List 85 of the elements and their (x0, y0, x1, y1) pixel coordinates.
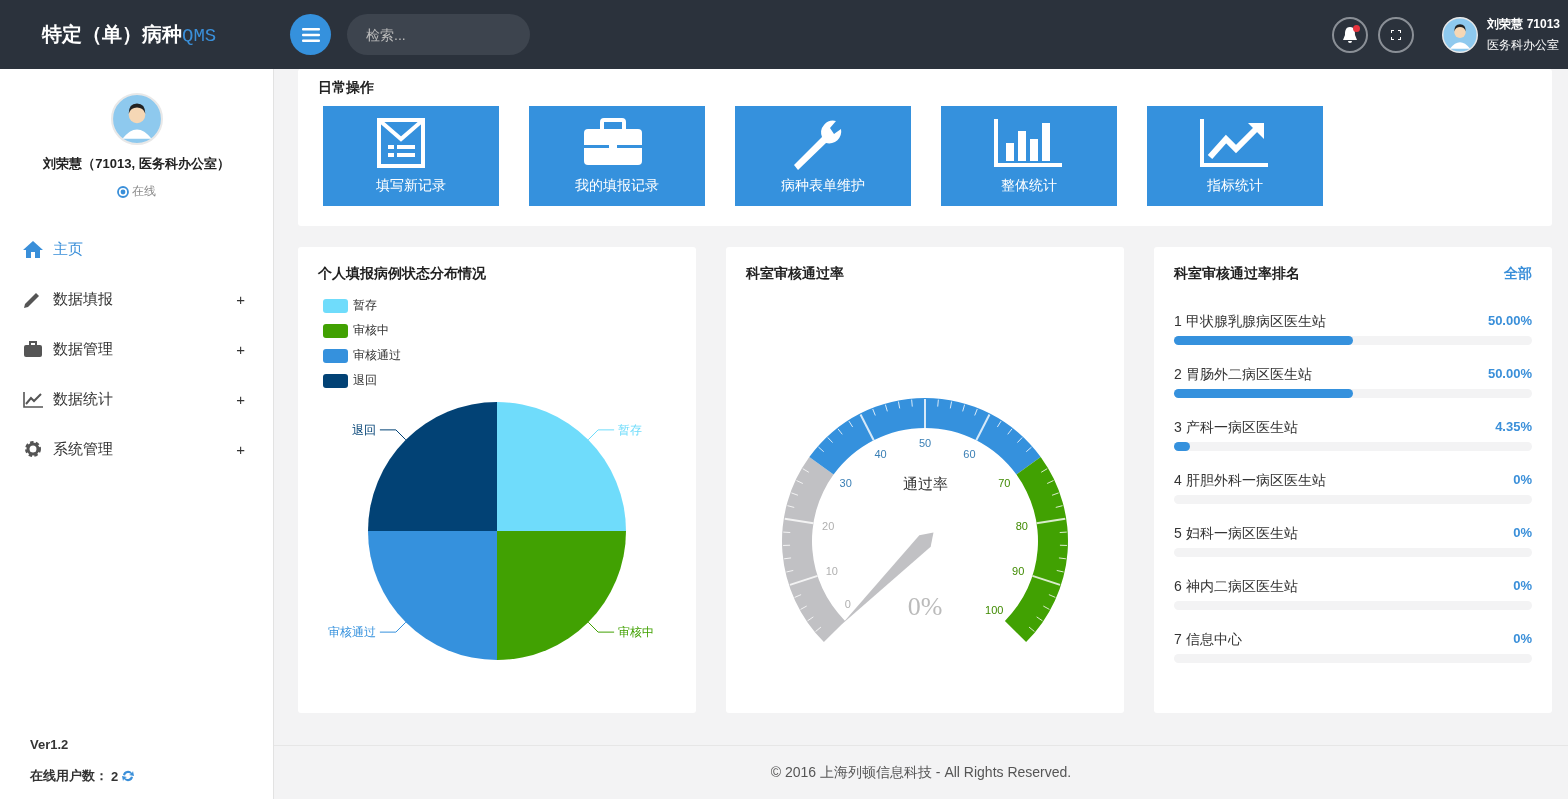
quick-action-tile[interactable]: 病种表单维护 (735, 106, 911, 206)
tick-mark (788, 574, 819, 586)
leader-line (587, 621, 615, 633)
gauge-label: 通过率 (902, 475, 948, 492)
refresh-icon[interactable] (121, 769, 136, 783)
slice-label: 退回 (351, 422, 376, 437)
ranking-name: 6 神内二病区医生站 (1174, 578, 1298, 596)
online-status: 在线 (132, 183, 156, 200)
tick-mark (975, 413, 991, 442)
leader-line (379, 429, 407, 441)
gauge-tick-label: 10 (825, 565, 838, 578)
ranking-value: 0% (1513, 631, 1532, 648)
sidebar-item[interactable]: 数据统计 + (0, 374, 273, 424)
gauge-tick-label: 60 (963, 447, 976, 460)
notifications-button[interactable] (1332, 16, 1369, 53)
ranking-value: 0% (1513, 525, 1532, 542)
tick-mark (859, 413, 875, 442)
slice-label: 审核通过 (327, 625, 376, 640)
user-avatar (1442, 16, 1479, 53)
gauge-tick-label: 80 (1015, 519, 1028, 532)
card-title: 科室审核通过率排名 (1174, 265, 1300, 283)
quick-action-tile[interactable]: 我的填报记录 (529, 106, 705, 206)
online-users-count: 2 (111, 768, 119, 784)
ranking-name: 5 妇科一病区医生站 (1174, 525, 1298, 543)
sidebar-item[interactable]: 数据管理 + (0, 324, 273, 374)
gauge-tick-label: 100 (985, 604, 1004, 617)
menu-button[interactable] (290, 14, 331, 55)
leader-line (587, 429, 615, 441)
ranking-value: 50.00% (1487, 313, 1532, 330)
gauge-tick-label: 40 (874, 447, 887, 460)
app-logo: 特定（单）病种QMS (40, 22, 218, 48)
legend-label: 审核中 (353, 322, 389, 339)
bell-icon (1342, 25, 1359, 44)
gauge-tick-label: 30 (839, 477, 852, 490)
card-title: 日常操作 (318, 79, 375, 97)
tick-mark (924, 398, 926, 429)
tick-mark (783, 517, 815, 525)
briefcase-icon (22, 339, 44, 359)
user-name: 刘荣慧 71013 (1487, 15, 1560, 33)
ranking-value: 4.35% (1495, 419, 1532, 436)
gauge-tick-label: 90 (1012, 565, 1025, 578)
legend-label: 退回 (353, 372, 377, 389)
slice-label: 审核中 (618, 625, 655, 640)
ranking-name: 3 产科一病区医生站 (1174, 419, 1298, 437)
card-title: 个人填报病例状态分布情况 (318, 265, 487, 283)
slice-label: 暂存 (618, 422, 643, 437)
sidebar-item[interactable]: 数据填报 + (0, 274, 273, 324)
ranking-value: 0% (1513, 472, 1532, 489)
gauge-reading: 0% (907, 592, 943, 621)
legend-label: 暂存 (353, 297, 377, 314)
card-title: 科室审核通过率 (746, 265, 845, 283)
quick-action-tile[interactable]: 整体统计 (941, 106, 1117, 206)
menu-icon (301, 27, 320, 42)
gauge-tick-label: 0 (844, 598, 851, 611)
sidebar-item[interactable]: 系统管理 + (0, 424, 273, 474)
settings-icon (22, 439, 44, 459)
fullscreen-icon (1391, 29, 1402, 40)
quick-action-tile[interactable]: 指标统计 (1147, 106, 1323, 206)
status-icon (117, 185, 129, 198)
sidebar-item[interactable]: 主页 (0, 224, 273, 274)
profile-avatar (110, 93, 163, 145)
profile-name: 刘荣慧（71013, 医务科办公室） (43, 155, 230, 173)
fullscreen-button[interactable] (1378, 16, 1415, 53)
quick-action-tile[interactable]: 填写新记录 (323, 106, 499, 206)
legend-label: 审核通过 (353, 347, 401, 364)
leader-line (379, 621, 407, 633)
search-field[interactable]: 检索... (347, 14, 530, 55)
ranking-value: 0% (1513, 578, 1532, 595)
ranking-name: 4 肝胆外科一病区医生站 (1174, 472, 1326, 490)
line-chart-icon (22, 389, 44, 409)
ranking-name: 1 甲状腺乳腺病区医生站 (1174, 313, 1326, 331)
ranking-value: 50.00% (1487, 366, 1532, 383)
version-label: Ver1.2 (30, 737, 70, 752)
user-department: 医务科办公室 (1487, 36, 1560, 54)
tick-mark (1035, 517, 1067, 525)
tick-mark (1031, 574, 1062, 586)
gauge-tick-label: 70 (998, 477, 1011, 490)
gauge-tick-label: 50 (918, 437, 932, 449)
ranking-name: 7 信息中心 (1174, 631, 1242, 649)
view-all-link[interactable]: 全部 (1504, 265, 1532, 283)
ranking-name: 2 胃肠外二病区医生站 (1174, 366, 1312, 384)
copyright-text: © 2016 上海列顿信息科技 - All Rights Reserved. (274, 745, 1568, 799)
online-users-label: 在线用户数： (30, 767, 108, 785)
gauge-tick-label: 20 (822, 519, 835, 532)
home-icon (22, 239, 44, 259)
